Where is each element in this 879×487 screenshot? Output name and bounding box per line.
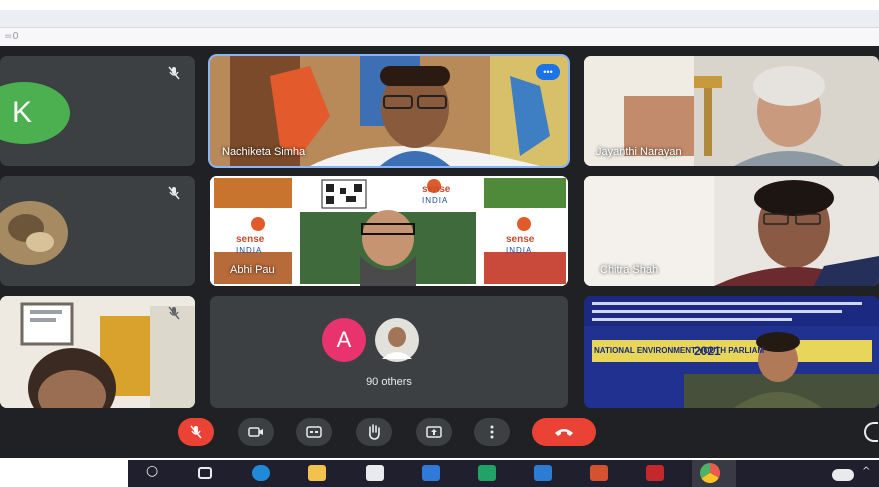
- chrome-active-highlight: [692, 460, 736, 487]
- slide-logo-subtext: INDIA: [506, 246, 533, 255]
- participant-tile-k[interactable]: K: [0, 56, 195, 166]
- participant-tile-jayanthi[interactable]: Jayanthi Narayan: [584, 56, 879, 166]
- meeting-grid: K ••• Nachiketa Simha Jayanthi Narayan s…: [0, 46, 879, 458]
- participant-tile-others[interactable]: A 90 others: [210, 296, 568, 408]
- others-avatar: A: [322, 318, 366, 362]
- side-panel-icon[interactable]: [864, 422, 878, 442]
- participant-name: Jayanthi Narayan: [596, 146, 682, 158]
- screenshot: =0 K ••• Nachiketa Simha Jayanthi Naraya…: [0, 0, 879, 487]
- banner-title: NATIONAL ENVIRONMENT YOUTH PARLIAMENT: [594, 346, 764, 355]
- raise-hand-icon: [369, 424, 380, 440]
- mic-off-icon: [168, 306, 180, 320]
- camera-icon: [248, 427, 263, 437]
- file-explorer-icon[interactable]: [308, 465, 326, 481]
- more-vert-icon: [490, 425, 494, 439]
- word-icon[interactable]: [534, 465, 552, 481]
- present-screen-icon: [426, 426, 442, 438]
- task-view-icon[interactable]: [198, 467, 212, 479]
- captions-button[interactable]: [296, 418, 332, 446]
- slide-logo-text: sense: [236, 234, 265, 245]
- slide-logo-text: sense: [422, 184, 451, 195]
- browser-toolbar: [0, 10, 879, 28]
- raise-hand-button[interactable]: [356, 418, 392, 446]
- mic-off-icon: [168, 66, 180, 80]
- mail-icon[interactable]: [422, 465, 440, 481]
- bookmark-bar: =0: [0, 28, 879, 46]
- mic-off-icon: [190, 425, 202, 439]
- bookmark-text: =0: [4, 31, 19, 42]
- taskbar: [128, 460, 879, 487]
- participant-name: Nachiketa Simha: [222, 146, 306, 158]
- participant-tile-banner[interactable]: NATIONAL ENVIRONMENT YOUTH PARLIAMENT 20…: [584, 296, 879, 408]
- chevron-up-icon[interactable]: ^: [862, 466, 870, 477]
- office-icon[interactable]: [646, 465, 664, 481]
- slide-logo-subtext: INDIA: [236, 246, 263, 255]
- participant-avatar: [0, 201, 68, 265]
- others-photo-avatar: [375, 318, 419, 362]
- mic-off-icon: [168, 186, 180, 200]
- mic-toggle-button[interactable]: [178, 418, 214, 446]
- participant-tile-nachiketa[interactable]: ••• Nachiketa Simha: [210, 56, 568, 166]
- participant-name: Abhi Pau: [230, 264, 275, 276]
- present-button[interactable]: [416, 418, 452, 446]
- participant-name: Chitra Shah: [600, 264, 659, 276]
- meeting-controls: [0, 408, 879, 458]
- participant-tile-presentation[interactable]: sense INDIA sense INDIA sense INDIA Abhi…: [210, 176, 568, 286]
- leave-call-button[interactable]: [532, 418, 596, 446]
- participant-tile-chitra[interactable]: Chitra Shah: [584, 176, 879, 286]
- banner-year: 2021: [694, 344, 721, 358]
- cloud-icon[interactable]: [832, 469, 854, 481]
- participant-avatar: K: [0, 82, 70, 144]
- participant-tile-4[interactable]: [0, 176, 195, 286]
- store-icon[interactable]: [366, 465, 384, 481]
- captions-icon: [306, 426, 322, 438]
- search-icon[interactable]: ○: [146, 463, 158, 479]
- window-top-edge: [0, 0, 879, 10]
- others-label: 90 others: [366, 376, 412, 388]
- camera-toggle-button[interactable]: [238, 418, 274, 446]
- excel-icon[interactable]: [478, 465, 496, 481]
- speaking-indicator: •••: [536, 64, 560, 80]
- powerpoint-icon[interactable]: [590, 465, 608, 481]
- slide-logo-text: sense: [506, 234, 535, 245]
- slide-logo-subtext: INDIA: [422, 196, 449, 205]
- participant-tile-7[interactable]: [0, 296, 195, 408]
- hang-up-icon: [555, 429, 573, 436]
- more-options-button[interactable]: [474, 418, 510, 446]
- participant-video: [0, 296, 195, 408]
- edge-icon[interactable]: [252, 465, 270, 481]
